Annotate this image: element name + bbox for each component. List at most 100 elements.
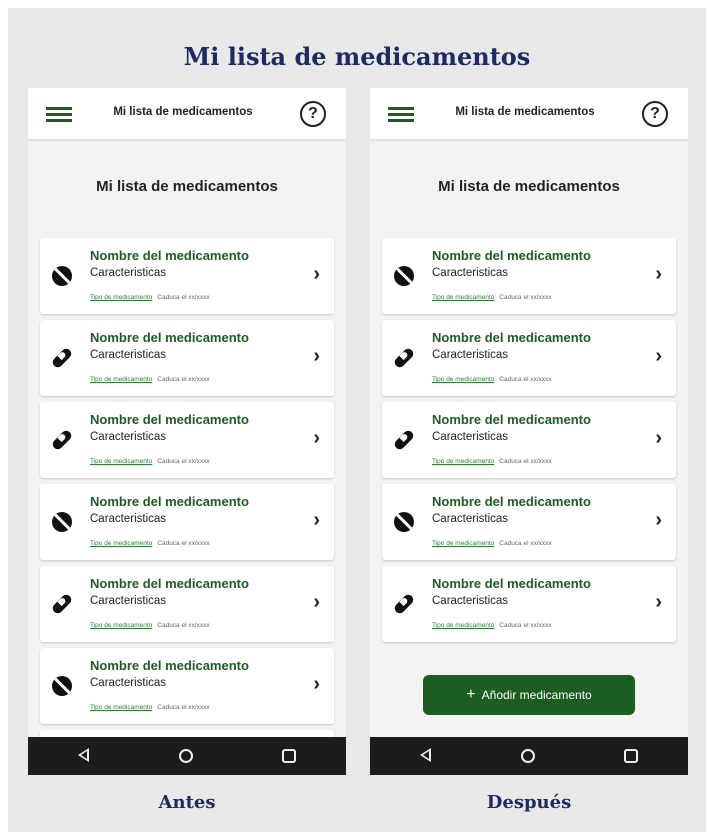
app-bar-title: Mi lista de medicamentos [455,106,595,118]
chevron-right-icon[interactable]: › [313,673,320,696]
medication-name: Nombre del medicamento [90,658,249,673]
home-icon[interactable] [521,749,535,763]
medication-features: Caracteristicas [432,267,509,279]
medication-expiry: Caduca el xx/xxxx [157,294,210,301]
medication-name: Nombre del medicamento [432,494,591,509]
medication-features: Caracteristicas [432,595,509,607]
medication-type-link[interactable]: Tipo de medicamento [90,458,152,465]
medication-type-link[interactable]: Tipo de medicamento [432,458,494,465]
medication-name: Nombre del medicamento [432,576,591,591]
tablet-icon [52,512,72,532]
back-icon[interactable] [78,748,89,762]
capsule-icon [52,348,72,368]
recent-apps-icon[interactable] [624,749,638,763]
medication-card[interactable]: Nombre del medicamento Caracteristicas T… [40,648,334,724]
back-icon[interactable] [420,748,431,762]
chevron-right-icon[interactable]: › [313,427,320,450]
comparison-frame: Mi lista de medicamentos Mi lista de med… [8,8,706,832]
medication-type-link[interactable]: Tipo de medicamento [432,622,494,629]
chevron-right-icon[interactable]: › [655,263,662,286]
help-icon[interactable]: ? [300,101,326,127]
medication-features: Caracteristicas [90,677,167,689]
medication-name: Nombre del medicamento [90,248,249,263]
medication-expiry: Caduca el xx/xxxx [499,294,552,301]
capsule-icon [394,594,414,614]
medication-type-link[interactable]: Tipo de medicamento [432,540,494,547]
caption-before: Antes [158,792,216,813]
medication-features: Caracteristicas [90,431,167,443]
medication-list: Nombre del medicamento Caracteristicas T… [40,238,334,775]
medication-type-link[interactable]: Tipo de medicamento [90,294,152,301]
medication-type-link[interactable]: Tipo de medicamento [90,540,152,547]
chevron-right-icon[interactable]: › [313,591,320,614]
chevron-right-icon[interactable]: › [313,345,320,368]
medication-card[interactable]: Nombre del medicamento Caracteristicas T… [382,402,676,478]
chevron-right-icon[interactable]: › [655,509,662,532]
medication-features: Caracteristicas [432,431,509,443]
chevron-right-icon[interactable]: › [655,591,662,614]
recent-apps-icon[interactable] [282,749,296,763]
help-icon[interactable]: ? [642,101,668,127]
chevron-right-icon[interactable]: › [313,509,320,532]
tablet-icon [394,266,414,286]
medication-card[interactable]: Nombre del medicamento Caracteristicas T… [40,566,334,642]
medication-expiry: Caduca el xx/xxxx [499,376,552,383]
chevron-right-icon[interactable]: › [313,263,320,286]
medication-expiry: Caduca el xx/xxxx [157,458,210,465]
medication-expiry: Caduca el xx/xxxx [157,540,210,547]
medication-type-link[interactable]: Tipo de medicamento [90,704,152,711]
medication-expiry: Caduca el xx/xxxx [499,622,552,629]
tablet-icon [52,266,72,286]
medication-expiry: Caduca el xx/xxxx [499,458,552,465]
chevron-right-icon[interactable]: › [655,427,662,450]
medication-type-link[interactable]: Tipo de medicamento [90,622,152,629]
main-title: Mi lista de medicamentos [183,42,531,71]
android-nav-bar [370,737,688,775]
app-bar: Mi lista de medicamentos ? [28,88,346,140]
hamburger-menu-icon[interactable] [46,107,72,123]
medication-list: Nombre del medicamento Caracteristicas T… [382,238,676,648]
android-nav-bar [28,737,346,775]
medication-name: Nombre del medicamento [432,330,591,345]
medication-name: Nombre del medicamento [90,576,249,591]
capsule-icon [394,348,414,368]
capsule-icon [52,430,72,450]
medication-features: Caracteristicas [90,267,167,279]
phone-before: Mi lista de medicamentos ? Mi lista de m… [28,88,346,775]
medication-card[interactable]: Nombre del medicamento Caracteristicas T… [382,566,676,642]
add-medication-button[interactable]: + Añodir medicamento [423,675,635,715]
medication-features: Caracteristicas [90,349,167,361]
medication-card[interactable]: Nombre del medicamento Caracteristicas T… [40,484,334,560]
medication-name: Nombre del medicamento [90,494,249,509]
tablet-icon [394,512,414,532]
medication-name: Nombre del medicamento [432,248,591,263]
hamburger-menu-icon[interactable] [388,107,414,123]
medication-name: Nombre del medicamento [432,412,591,427]
app-bar-title: Mi lista de medicamentos [113,106,253,118]
medication-features: Caracteristicas [90,513,167,525]
medication-features: Caracteristicas [432,513,509,525]
medication-expiry: Caduca el xx/xxxx [499,540,552,547]
medication-expiry: Caduca el xx/xxxx [157,376,210,383]
medication-type-link[interactable]: Tipo de medicamento [432,294,494,301]
medication-card[interactable]: Nombre del medicamento Caracteristicas T… [382,238,676,314]
app-bar: Mi lista de medicamentos ? [370,88,688,140]
medication-type-link[interactable]: Tipo de medicamento [90,376,152,383]
medication-name: Nombre del medicamento [90,330,249,345]
caption-after: Después [486,792,572,813]
medication-features: Caracteristicas [90,595,167,607]
medication-expiry: Caduca el xx/xxxx [157,622,210,629]
tablet-icon [52,676,72,696]
medication-card[interactable]: Nombre del medicamento Caracteristicas T… [40,238,334,314]
home-icon[interactable] [179,749,193,763]
medication-features: Caracteristicas [432,349,509,361]
medication-card[interactable]: Nombre del medicamento Caracteristicas T… [40,402,334,478]
medication-type-link[interactable]: Tipo de medicamento [432,376,494,383]
chevron-right-icon[interactable]: › [655,345,662,368]
medication-card[interactable]: Nombre del medicamento Caracteristicas T… [382,484,676,560]
medication-name: Nombre del medicamento [90,412,249,427]
medication-card[interactable]: Nombre del medicamento Caracteristicas T… [40,320,334,396]
plus-icon: + [466,686,476,703]
capsule-icon [394,430,414,450]
medication-card[interactable]: Nombre del medicamento Caracteristicas T… [382,320,676,396]
